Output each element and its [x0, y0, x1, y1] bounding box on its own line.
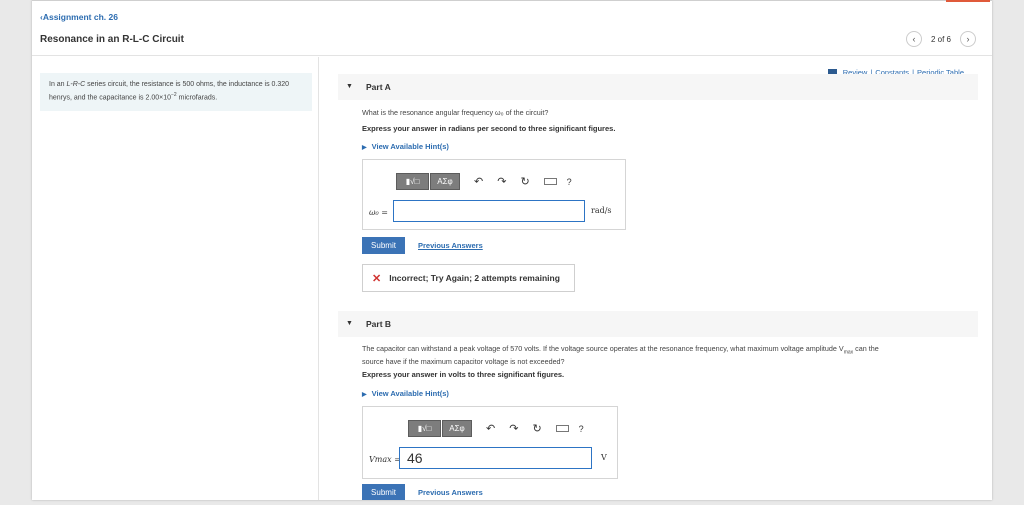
chevron-right-icon: ›	[966, 34, 970, 44]
template-icon: ▮√□	[405, 177, 420, 186]
omega-label: ω₀ =	[369, 208, 388, 217]
part-b-math-toolbar: ▮√□ ΑΣφ ↶ ↷ ↻ ?	[408, 420, 584, 437]
part-a-instruction: Express your answer in radians per secon…	[362, 124, 616, 133]
part-b-label: Part B	[366, 319, 392, 329]
part-a-math-toolbar: ▮√□ ΑΣφ ↶ ↷ ↻ ?	[396, 173, 572, 190]
templates-button[interactable]: ▮√□	[408, 420, 441, 437]
caret-down-icon[interactable]: ▼	[346, 83, 354, 91]
error-icon: ✕	[372, 272, 382, 285]
part-b-instruction: Express your answer in volts to three si…	[362, 370, 565, 379]
caret-down-icon[interactable]: ▼	[346, 320, 354, 328]
page-title: Resonance in an R-L-C Circuit	[40, 34, 184, 45]
left-panel: In an L-R-C series circuit, the resistan…	[32, 57, 319, 500]
keyboard-icon[interactable]	[555, 425, 569, 432]
redo-icon[interactable]: ↷	[509, 422, 518, 435]
redo-icon[interactable]: ↷	[497, 175, 506, 188]
part-a-previous-answers-link[interactable]: Previous Answers	[418, 241, 483, 250]
header: ‹Assignment ch. 26 Resonance in an R-L-C…	[32, 0, 992, 56]
problem-text-after: series circuit, the resistance is 500 oh…	[49, 81, 290, 102]
previous-item-button[interactable]: ‹	[905, 31, 922, 47]
pager-text: 2 of 6	[930, 34, 951, 44]
undo-icon[interactable]: ↶	[474, 175, 483, 188]
help-icon[interactable]: ?	[567, 177, 572, 187]
symbols-icon: ΑΣφ	[437, 177, 453, 186]
vmax-subscript: max	[843, 349, 854, 356]
problem-statement: In an L-R-C series circuit, the resistan…	[40, 73, 312, 111]
back-to-assignment-link[interactable]: ‹Assignment ch. 26	[40, 12, 118, 22]
part-b-previous-answers-link[interactable]: Previous Answers	[418, 488, 483, 497]
part-b-question-line1-end: can the	[853, 344, 879, 353]
reset-icon[interactable]: ↻	[520, 175, 529, 188]
chevron-left-icon: ‹	[912, 34, 916, 44]
caret-right-icon: ▶	[362, 392, 367, 398]
main-content: Review | Constants | Periodic Table ▼ Pa…	[320, 57, 992, 500]
part-b-question-line1: The capacitor can withstand a peak volta…	[362, 344, 844, 353]
part-a-question: What is the resonance angular frequency …	[362, 108, 549, 117]
hint-label: View Available Hint(s)	[371, 142, 449, 151]
circuit-type: L-R-C	[66, 81, 86, 88]
part-b-answer-box: ▮√□ ΑΣφ ↶ ↷ ↻ ? Vmax = 46 V	[362, 406, 618, 479]
app-window: ‹Assignment ch. 26 Resonance in an R-L-C…	[32, 0, 992, 500]
keyboard-icon[interactable]	[543, 178, 557, 185]
vmax-label: Vmax =	[369, 455, 401, 464]
part-a-feedback: ✕ Incorrect; Try Again; 2 attempts remai…	[362, 264, 575, 292]
part-a-submit-button[interactable]: Submit	[362, 237, 405, 254]
part-a-answer-box: ▮√□ ΑΣφ ↶ ↷ ↻ ? ω₀ = rad/s	[362, 159, 626, 230]
part-b-question-line2: source have if the maximum capacitor vol…	[362, 357, 565, 367]
part-a-header[interactable]: ▼ Part A	[338, 74, 978, 100]
unit-label: V	[601, 453, 607, 462]
help-icon[interactable]: ?	[579, 424, 584, 434]
hint-label: View Available Hint(s)	[371, 389, 449, 398]
back-link-label: Assignment ch. 26	[42, 12, 118, 22]
undo-icon[interactable]: ↶	[486, 422, 495, 435]
caret-right-icon: ▶	[362, 145, 367, 151]
next-item-button[interactable]: ›	[960, 31, 976, 47]
symbols-icon: ΑΣφ	[449, 424, 465, 433]
template-icon: ▮√□	[417, 424, 432, 433]
pager: ‹ 2 of 6 ›	[905, 31, 976, 47]
symbols-button[interactable]: ΑΣφ	[430, 173, 460, 190]
unit-label: rad/s	[591, 206, 612, 215]
vmax-input[interactable]: 46	[399, 447, 592, 469]
feedback-text: Incorrect; Try Again; 2 attempts remaini…	[389, 273, 560, 283]
part-a-label: Part A	[366, 82, 391, 92]
problem-text-end: microfarads.	[176, 94, 218, 102]
problem-text-before: In an	[49, 81, 67, 88]
omega-input[interactable]	[393, 200, 585, 222]
part-b-question: The capacitor can withstand a peak volta…	[362, 344, 972, 366]
part-a-hint-link[interactable]: ▶ View Available Hint(s)	[362, 142, 449, 151]
templates-button[interactable]: ▮√□	[396, 173, 429, 190]
part-b-hint-link[interactable]: ▶ View Available Hint(s)	[362, 389, 449, 398]
symbols-button[interactable]: ΑΣφ	[442, 420, 472, 437]
reset-icon[interactable]: ↻	[532, 422, 541, 435]
part-b-header[interactable]: ▼ Part B	[338, 311, 978, 337]
part-b-submit-button[interactable]: Submit	[362, 484, 405, 500]
